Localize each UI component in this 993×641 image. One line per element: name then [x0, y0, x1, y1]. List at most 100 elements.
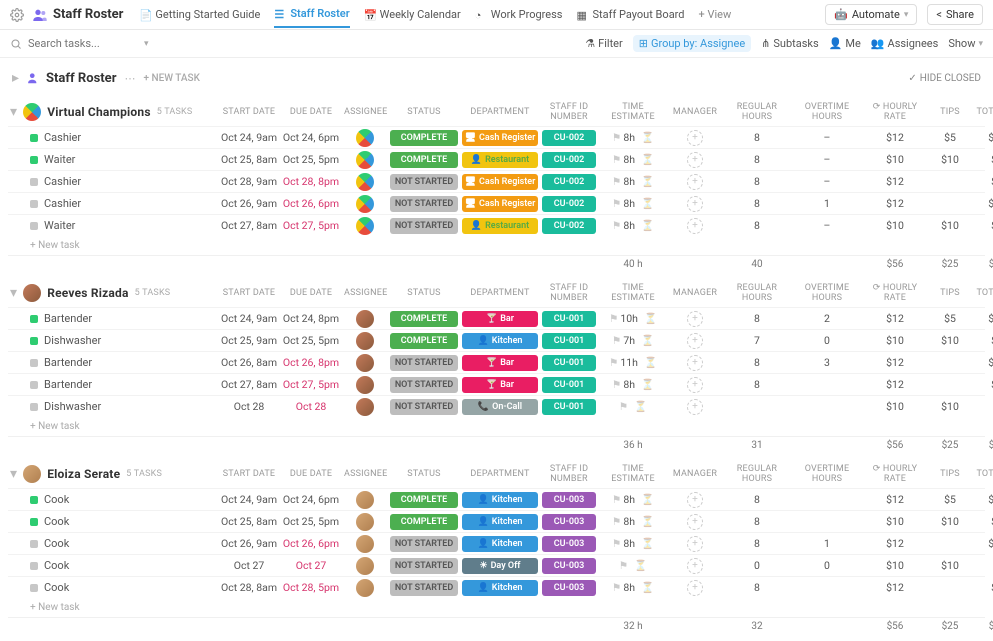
- start-date[interactable]: Oct 27, 8am: [218, 219, 280, 232]
- filter-button[interactable]: ⚗Filter: [585, 37, 622, 50]
- overtime-hours[interactable]: 0: [792, 559, 862, 572]
- status-square-icon[interactable]: [30, 381, 38, 389]
- col-header-manager[interactable]: MANAGER: [668, 103, 722, 121]
- task-row[interactable]: CashierOct 26, 9amOct 26, 6pmNOT STARTED…: [8, 192, 985, 214]
- status-square-icon[interactable]: [30, 359, 38, 367]
- assignee-cell[interactable]: [342, 354, 388, 372]
- col-header-total-pay[interactable]: TOTAL PAY: [972, 465, 993, 483]
- department-pill[interactable]: 🍸Bar: [462, 311, 538, 327]
- regular-hours[interactable]: 8: [722, 153, 792, 166]
- start-date[interactable]: Oct 25, 8am: [218, 153, 280, 166]
- hourly-rate[interactable]: $12: [862, 378, 928, 391]
- status-pill[interactable]: NOT STARTED: [390, 174, 458, 190]
- hourly-rate[interactable]: $12: [862, 312, 928, 325]
- total-pay[interactable]: $108: [972, 197, 993, 210]
- col-header-assignee[interactable]: ASSIGNEE: [342, 284, 388, 302]
- time-estimate[interactable]: ⚑8h⏳: [598, 493, 668, 506]
- manager-cell[interactable]: +: [668, 311, 722, 327]
- due-date[interactable]: Oct 26, 6pm: [280, 197, 342, 210]
- hourly-rate[interactable]: $12: [862, 537, 928, 550]
- search-dropdown-icon[interactable]: ▾: [144, 39, 149, 49]
- status-pill[interactable]: COMPLETE: [390, 333, 458, 349]
- task-row[interactable]: WaiterOct 25, 8amOct 25, 5pmCOMPLETE👤Res…: [8, 148, 985, 170]
- col-header-status[interactable]: STATUS: [388, 465, 460, 483]
- staff-id-pill[interactable]: CU-003: [542, 536, 596, 552]
- total-pay[interactable]: $90: [972, 153, 993, 166]
- regular-hours[interactable]: 8: [722, 493, 792, 506]
- total-pay[interactable]: $0: [972, 559, 993, 572]
- staff-id-pill[interactable]: CU-001: [542, 333, 596, 349]
- assignee-cell[interactable]: [342, 535, 388, 553]
- status-square-icon[interactable]: [30, 337, 38, 345]
- col-header-tips[interactable]: TIPS: [928, 103, 972, 121]
- start-date[interactable]: Oct 27: [218, 559, 280, 572]
- col-header-total-pay[interactable]: TOTAL PAY: [972, 103, 993, 121]
- task-row[interactable]: BartenderOct 24, 9amOct 24, 8pmCOMPLETE🍸…: [8, 307, 985, 329]
- manager-cell[interactable]: +: [668, 152, 722, 168]
- time-estimate[interactable]: ⚑10h⏳: [598, 312, 668, 325]
- col-header-regular-hours[interactable]: REGULAR HOURS: [722, 460, 792, 488]
- add-manager-icon[interactable]: +: [687, 536, 703, 552]
- tab-staff-payout-board[interactable]: ▦Staff Payout Board: [577, 2, 685, 27]
- col-header-hourly-rate[interactable]: ⟳ HOURLY RATE: [862, 460, 928, 488]
- regular-hours[interactable]: 7: [722, 334, 792, 347]
- tab-getting-started-guide[interactable]: 📄Getting Started Guide: [139, 2, 260, 27]
- start-date[interactable]: Oct 26, 9am: [218, 197, 280, 210]
- task-row[interactable]: BartenderOct 27, 8amOct 27, 5pmNOT START…: [8, 373, 985, 395]
- assignee-cell[interactable]: [342, 491, 388, 509]
- staff-id-pill[interactable]: CU-001: [542, 311, 596, 327]
- status-pill[interactable]: NOT STARTED: [390, 399, 458, 415]
- manager-cell[interactable]: +: [668, 174, 722, 190]
- col-header-department[interactable]: DEPARTMENT: [460, 103, 540, 121]
- staff-id-pill[interactable]: CU-003: [542, 492, 596, 508]
- status-square-icon[interactable]: [30, 156, 38, 164]
- time-estimate[interactable]: ⚑8h⏳: [598, 153, 668, 166]
- tips[interactable]: $5: [928, 131, 972, 144]
- col-header-start-date[interactable]: START DATE: [218, 284, 280, 302]
- manager-cell[interactable]: +: [668, 355, 722, 371]
- regular-hours[interactable]: 8: [722, 175, 792, 188]
- status-square-icon[interactable]: [30, 403, 38, 411]
- status-pill[interactable]: NOT STARTED: [390, 218, 458, 234]
- department-pill[interactable]: 👤Kitchen: [462, 514, 538, 530]
- col-header-due-date[interactable]: DUE DATE: [280, 103, 342, 121]
- start-date[interactable]: Oct 28, 9am: [218, 175, 280, 188]
- due-date[interactable]: Oct 28: [280, 400, 342, 413]
- total-pay[interactable]: $80: [972, 219, 993, 232]
- add-manager-icon[interactable]: +: [687, 492, 703, 508]
- group-collapse-icon[interactable]: ▾: [10, 285, 17, 301]
- time-estimate[interactable]: ⚑⏳: [598, 559, 668, 572]
- hourly-rate[interactable]: $10: [862, 559, 928, 572]
- col-header-start-date[interactable]: START DATE: [218, 103, 280, 121]
- task-row[interactable]: BartenderOct 26, 8amOct 26, 8pmNOT START…: [8, 351, 985, 373]
- start-date[interactable]: Oct 24, 9am: [218, 493, 280, 506]
- status-pill[interactable]: COMPLETE: [390, 311, 458, 327]
- col-header-tips[interactable]: TIPS: [928, 465, 972, 483]
- overtime-hours[interactable]: 3: [792, 356, 862, 369]
- department-pill[interactable]: 👤Kitchen: [462, 536, 538, 552]
- new-task-button[interactable]: + NEW TASK: [143, 73, 199, 84]
- due-date[interactable]: Oct 28, 5pm: [280, 581, 342, 594]
- group-collapse-icon[interactable]: ▾: [10, 104, 17, 120]
- col-header-due-date[interactable]: DUE DATE: [280, 465, 342, 483]
- col-header-overtime-hours[interactable]: OVERTIME HOURS: [792, 98, 862, 126]
- start-date[interactable]: Oct 26, 9am: [218, 537, 280, 550]
- department-pill[interactable]: 👤Restaurant: [462, 152, 538, 168]
- tips[interactable]: $10: [928, 400, 972, 413]
- total-pay[interactable]: $96: [972, 581, 993, 594]
- staff-id-pill[interactable]: CU-002: [542, 218, 596, 234]
- hourly-rate[interactable]: $10: [862, 400, 928, 413]
- add-manager-icon[interactable]: +: [687, 355, 703, 371]
- time-estimate[interactable]: ⚑8h⏳: [598, 378, 668, 391]
- add-manager-icon[interactable]: +: [687, 558, 703, 574]
- total-pay[interactable]: $0: [972, 400, 993, 413]
- total-pay[interactable]: $101: [972, 131, 993, 144]
- add-view-button[interactable]: + View: [699, 8, 732, 21]
- due-date[interactable]: Oct 24, 8pm: [280, 312, 342, 325]
- status-square-icon[interactable]: [30, 134, 38, 142]
- overtime-hours[interactable]: –: [792, 153, 862, 166]
- staff-id-pill[interactable]: CU-003: [542, 558, 596, 574]
- add-manager-icon[interactable]: +: [687, 174, 703, 190]
- time-estimate[interactable]: ⚑8h⏳: [598, 515, 668, 528]
- tab-weekly-calendar[interactable]: 📅Weekly Calendar: [364, 2, 461, 27]
